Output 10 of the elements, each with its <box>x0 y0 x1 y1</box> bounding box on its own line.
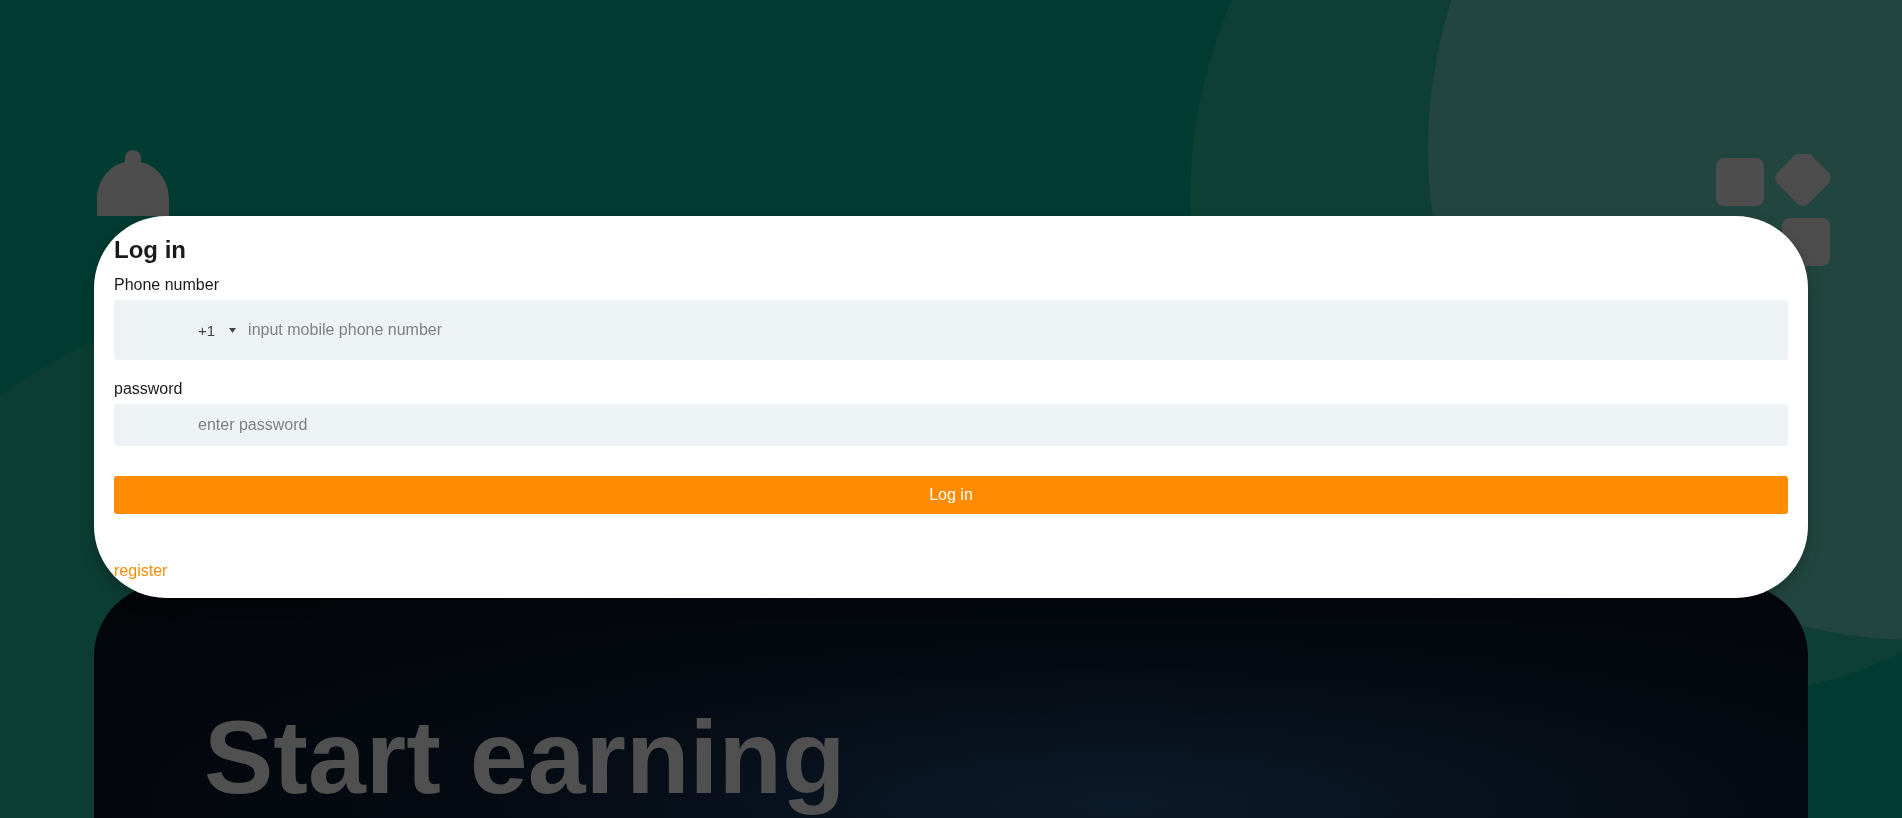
phone-label: Phone number <box>114 276 220 294</box>
country-code-dropdown[interactable]: +1 <box>198 321 247 339</box>
caret-icon <box>229 327 237 333</box>
apps-grid-icon[interactable] <box>1716 154 1830 268</box>
password-input-field[interactable]: enter password <box>114 404 1788 446</box>
phone-number-input[interactable]: input mobile phone number <box>246 299 1788 361</box>
banner-heading: Start earning <box>204 698 846 817</box>
phone-input-field[interactable]: +1 input mobile phone number <box>114 300 1788 360</box>
password-label: password <box>114 380 184 398</box>
form-title: Log in <box>114 236 187 264</box>
